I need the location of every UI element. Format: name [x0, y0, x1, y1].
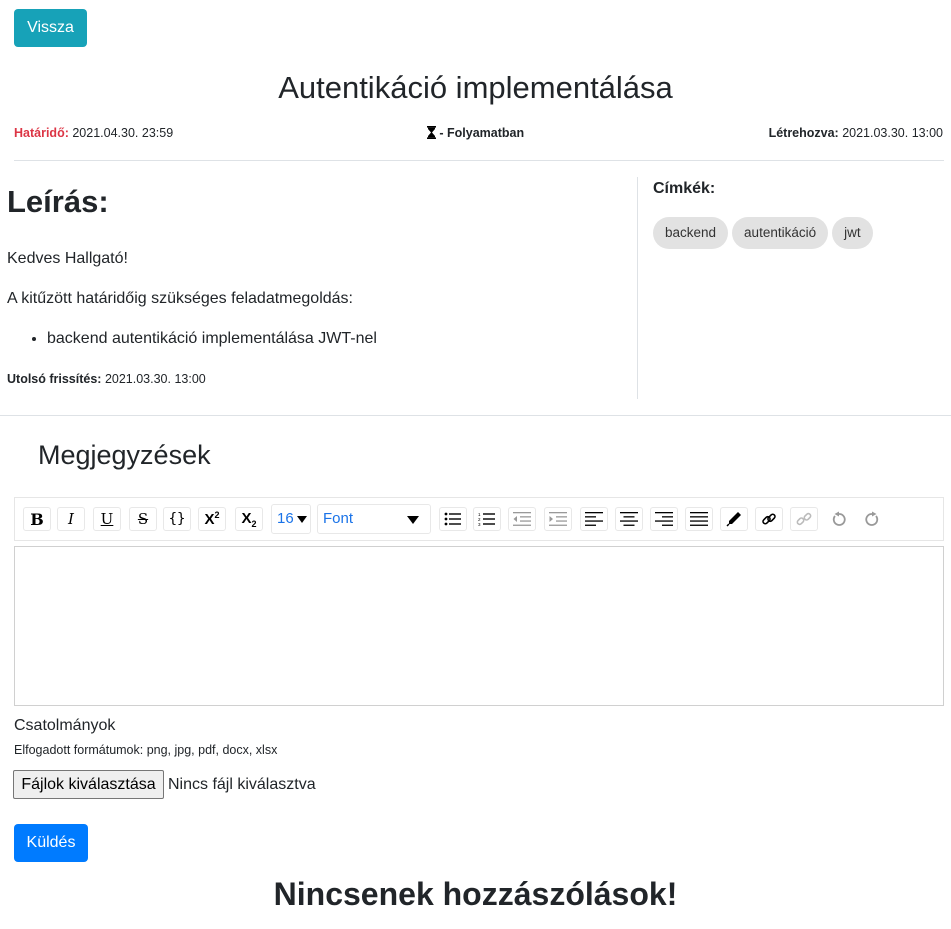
back-button[interactable]: Vissza: [14, 9, 87, 47]
tag-chip: jwt: [832, 217, 873, 249]
created-label: Létrehozva:: [768, 126, 839, 140]
outdent-icon[interactable]: [508, 507, 536, 531]
created-value: 2021.03.30. 13:00: [842, 126, 943, 140]
description-paragraph: A kitűzött határidőig szükséges feladatm…: [7, 290, 353, 307]
status-text: - Folyamatban: [439, 126, 525, 140]
last-updated-value: 2021.03.30. 13:00: [104, 372, 206, 386]
choose-files-button[interactable]: Fájlok kiválasztása: [13, 770, 164, 799]
tag-chip: autentikáció: [732, 217, 829, 249]
undo-icon[interactable]: [825, 507, 853, 531]
column-divider: [637, 177, 638, 399]
list-item: backend autentikáció implementálása JWT-…: [47, 330, 377, 348]
notes-heading: Megjegyzések: [38, 440, 211, 470]
divider: [0, 415, 951, 416]
indent-icon[interactable]: [544, 507, 572, 531]
bold-icon[interactable]: B: [23, 507, 51, 531]
description-paragraph: Kedves Hallgató!: [7, 250, 128, 267]
font-size-select[interactable]: 16: [271, 504, 311, 534]
file-status: Nincs fájl kiválasztva: [168, 776, 316, 793]
subscript-icon[interactable]: X2: [235, 507, 263, 531]
divider: [14, 160, 944, 161]
font-value: Font: [323, 510, 354, 527]
tag-chip: backend: [653, 217, 729, 249]
page-title: Autentikáció implementálása: [278, 70, 673, 105]
align-left-icon[interactable]: [580, 507, 608, 531]
editor-toolbar: B I U S {} X2 X2 16 Font 123: [14, 497, 944, 541]
redo-icon[interactable]: [858, 507, 886, 531]
attachments-heading: Csatolmányok: [14, 717, 116, 734]
pen-icon[interactable]: [720, 507, 748, 531]
align-right-icon[interactable]: [650, 507, 678, 531]
hourglass-icon: [426, 126, 436, 142]
ordered-list-icon[interactable]: 123: [473, 507, 501, 531]
description-heading: Leírás:: [7, 184, 109, 219]
link-icon[interactable]: [755, 507, 783, 531]
notes-editor[interactable]: [14, 546, 944, 706]
last-updated: Utolsó frissítés: 2021.03.30. 13:00: [7, 372, 206, 386]
justify-icon[interactable]: [685, 507, 713, 531]
code-icon[interactable]: {}: [163, 507, 191, 531]
tags-heading: Címkék:: [653, 180, 716, 197]
font-size-value: 16: [277, 510, 294, 527]
tag-list: backend autentikáció jwt: [653, 217, 873, 249]
align-center-icon[interactable]: [615, 507, 643, 531]
created: Létrehozva: 2021.03.30. 13:00: [769, 126, 943, 140]
accepted-formats: Elfogadott formátumok: png, jpg, pdf, do…: [14, 743, 278, 757]
font-select[interactable]: Font: [317, 504, 431, 534]
strikethrough-icon[interactable]: S: [129, 507, 157, 531]
italic-icon[interactable]: I: [57, 507, 85, 531]
no-comments-message: Nincsenek hozzászólások!: [273, 876, 678, 912]
description-list: backend autentikáció implementálása JWT-…: [7, 330, 377, 348]
send-button[interactable]: Küldés: [14, 824, 88, 862]
superscript-icon[interactable]: X2: [198, 507, 226, 531]
svg-text:3: 3: [478, 522, 481, 526]
underline-icon[interactable]: U: [93, 507, 121, 531]
last-updated-label: Utolsó frissítés:: [7, 372, 102, 386]
unordered-list-icon[interactable]: [439, 507, 467, 531]
unlink-icon[interactable]: [790, 507, 818, 531]
chevron-down-icon: [297, 516, 307, 523]
chevron-down-icon: [407, 516, 419, 524]
